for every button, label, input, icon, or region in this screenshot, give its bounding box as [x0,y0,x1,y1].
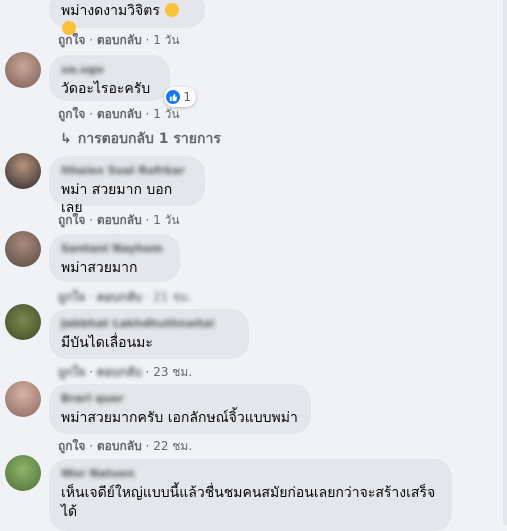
reply-arrow-icon: ↳ [60,131,72,147]
like-link[interactable]: ถูกใจ [58,107,85,121]
comment-bubble: Jabbhat Lakhdhuthnaitai มีบันไดเลื่อนมะ [49,309,249,359]
comment-actions: ถูกใจ · ตอบกลับ · 21 ชม. [58,290,193,304]
comment-text: พม่าสวยมากครับ เอกลักษณ์จิ้วแบบพม่า [61,410,298,426]
thumbs-up-icon [166,90,181,104]
commenter-name[interactable]: Ithaiex Sual Rofrkar [61,164,193,178]
comment-actions: ถูกใจ · ตอบกลับ · 23 ชม. [58,365,193,379]
reaction-summary[interactable]: 1 [164,87,196,107]
comment-bubble: Wor Natuen เห็นเจดีย์ใหญ่แบบนี้แล้วชื่นช… [49,459,452,531]
comment-text: พม่างดงามวิจิตร [61,3,160,19]
like-link[interactable]: ถูกใจ [58,213,85,227]
comment-actions: ถูกใจ · ตอบกลับ · 22 ชม. [58,439,193,453]
avatar[interactable] [5,455,41,491]
avatar[interactable] [5,381,41,417]
avatar[interactable] [5,153,41,189]
comment-bubble: Ithaiex Sual Rofrkar พม่า สวยมาก บอกเลย [49,156,205,216]
timestamp[interactable]: 22 ชม. [153,439,192,453]
reply-link[interactable]: ตอบกลับ [97,213,142,227]
reply-link[interactable]: ตอบกลับ [97,107,142,121]
comment-actions: ถูกใจ · ตอบกลับ · 1 วัน [58,213,180,227]
like-link[interactable]: ถูกใจ [58,365,85,379]
view-replies-link[interactable]: ↳ การตอบกลับ 1 รายการ [60,128,221,150]
avatar[interactable] [5,304,41,340]
comment-actions: ถูกใจ · ตอบกลับ · 1 วัน [58,33,180,47]
commenter-name[interactable]: Jabbhat Lakhdhuthnaitai [61,317,237,331]
commenter-name[interactable]: Brarl quer [61,392,299,406]
reply-link[interactable]: ตอบกลับ [97,439,142,453]
timestamp[interactable]: 23 ชม. [153,365,192,379]
reply-link[interactable]: ตอบกลับ [97,290,142,304]
avatar[interactable] [5,52,41,88]
like-link[interactable]: ถูกใจ [58,290,85,304]
comment-bubble: ua.ugo วัดอะไรอะครับ 1 [49,55,196,107]
timestamp[interactable]: 1 วัน [153,213,179,227]
commenter-name[interactable]: Santanl Nayhom [61,242,168,256]
timestamp[interactable]: 1 วัน [153,107,179,121]
commenter-name[interactable]: Wor Natuen [61,467,440,481]
reply-link[interactable]: ตอบกลับ [97,33,142,47]
avatar[interactable] [5,231,41,267]
comment-text: มีบันไดเลื่อนมะ [61,335,153,351]
replies-label: การตอบกลับ 1 รายการ [77,131,221,147]
yellow-heart-emoji-icon [165,3,180,17]
reaction-count: 1 [183,90,191,104]
comment-text: เห็นเจดีย์ใหญ่แบบนี้แล้วชื่นชมคนสมัยก่อน… [61,485,436,520]
comment-bubble: Brarl quer พม่าสวยมากครับ เอกลักษณ์จิ้วแ… [49,384,311,434]
reply-link[interactable]: ตอบกลับ [97,365,142,379]
comment-bubble: พม่างดงามวิจิตร [49,0,205,35]
timestamp[interactable]: 21 ชม. [153,290,192,304]
timestamp[interactable]: 1 วัน [153,33,179,47]
commenter-name[interactable]: ua.ugo [61,63,158,77]
comment-actions: ถูกใจ · ตอบกลับ · 1 วัน [58,107,180,121]
scrollbar[interactable] [503,0,507,525]
comment-text: วัดอะไรอะครับ [61,81,151,97]
comment-text: พม่าสวยมาก [61,260,138,276]
like-link[interactable]: ถูกใจ [58,439,85,453]
like-link[interactable]: ถูกใจ [58,33,85,47]
comment-bubble: Santanl Nayhom พม่าสวยมาก [49,234,180,282]
